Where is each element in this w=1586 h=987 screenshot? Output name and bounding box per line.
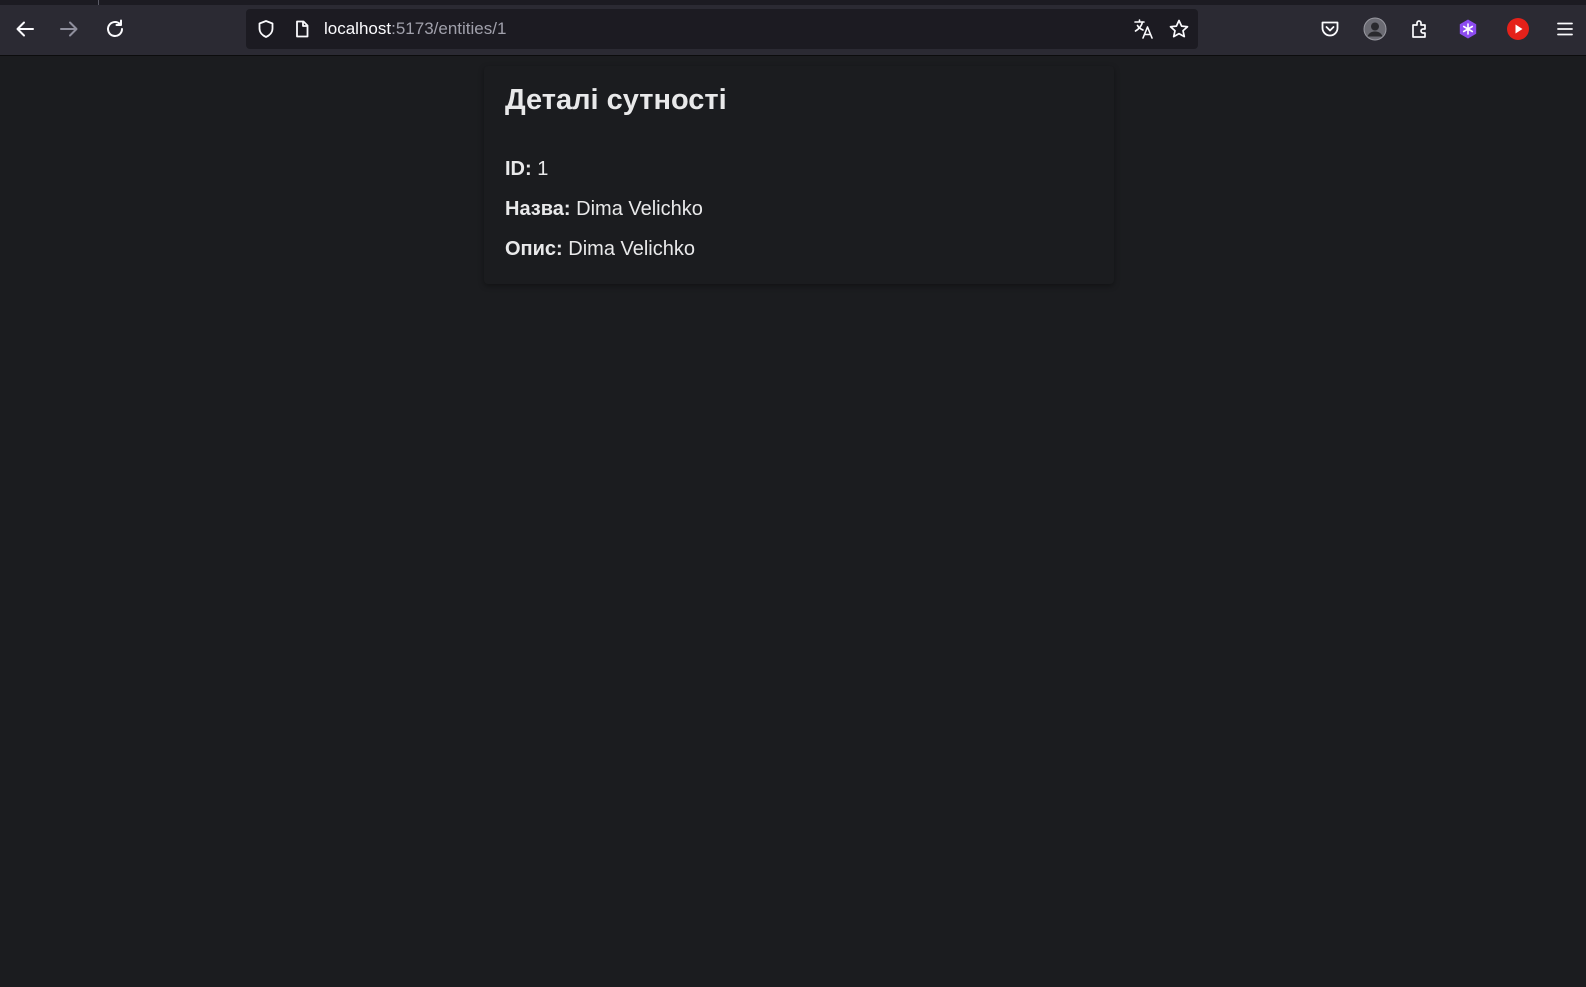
detail-row-name: Назва: Dima Velichko	[505, 198, 703, 221]
pocket-icon[interactable]	[1317, 16, 1343, 42]
page-content: Деталі сутності ID: 1 Назва: Dima Velich…	[0, 56, 1586, 987]
detail-label: Назва:	[505, 198, 571, 220]
translate-icon[interactable]	[1133, 18, 1155, 40]
avatar-icon[interactable]	[1362, 16, 1388, 42]
puzzle-icon[interactable]	[1407, 16, 1433, 42]
detail-row-id: ID: 1	[505, 158, 548, 181]
url-text[interactable]: localhost:5173/entities/1	[324, 9, 506, 49]
page-icon[interactable]	[292, 19, 312, 39]
detail-label: ID:	[505, 158, 532, 180]
reload-button[interactable]	[100, 14, 130, 44]
page-title: Деталі сутності	[505, 84, 727, 116]
hamburger-menu-icon[interactable]	[1552, 16, 1578, 42]
detail-row-description: Опис: Dima Velichko	[505, 238, 695, 261]
forward-button[interactable]	[54, 14, 84, 44]
star-icon[interactable]	[1168, 18, 1190, 40]
detail-value: Dima Velichko	[576, 198, 703, 220]
address-bar[interactable]: localhost:5173/entities/1	[246, 9, 1198, 49]
detail-value: Dima Velichko	[568, 238, 695, 260]
back-button[interactable]	[10, 14, 40, 44]
entity-details-card: Деталі сутності ID: 1 Назва: Dima Velich…	[484, 66, 1114, 284]
shield-icon[interactable]	[256, 19, 276, 39]
reload-icon	[107, 19, 123, 37]
arrow-right-icon	[60, 21, 78, 37]
detail-label: Опис:	[505, 238, 563, 260]
url-path: :5173/entities/1	[391, 19, 507, 38]
detail-value: 1	[537, 158, 549, 180]
url-host: localhost	[324, 19, 392, 38]
tab-divider	[98, 0, 99, 5]
tab-strip-edge	[0, 0, 1586, 5]
arrow-left-icon	[16, 21, 34, 37]
youtube-icon[interactable]	[1505, 16, 1531, 42]
extension-purple-icon[interactable]	[1455, 16, 1481, 42]
browser-toolbar: localhost:5173/entities/1	[0, 0, 1586, 56]
